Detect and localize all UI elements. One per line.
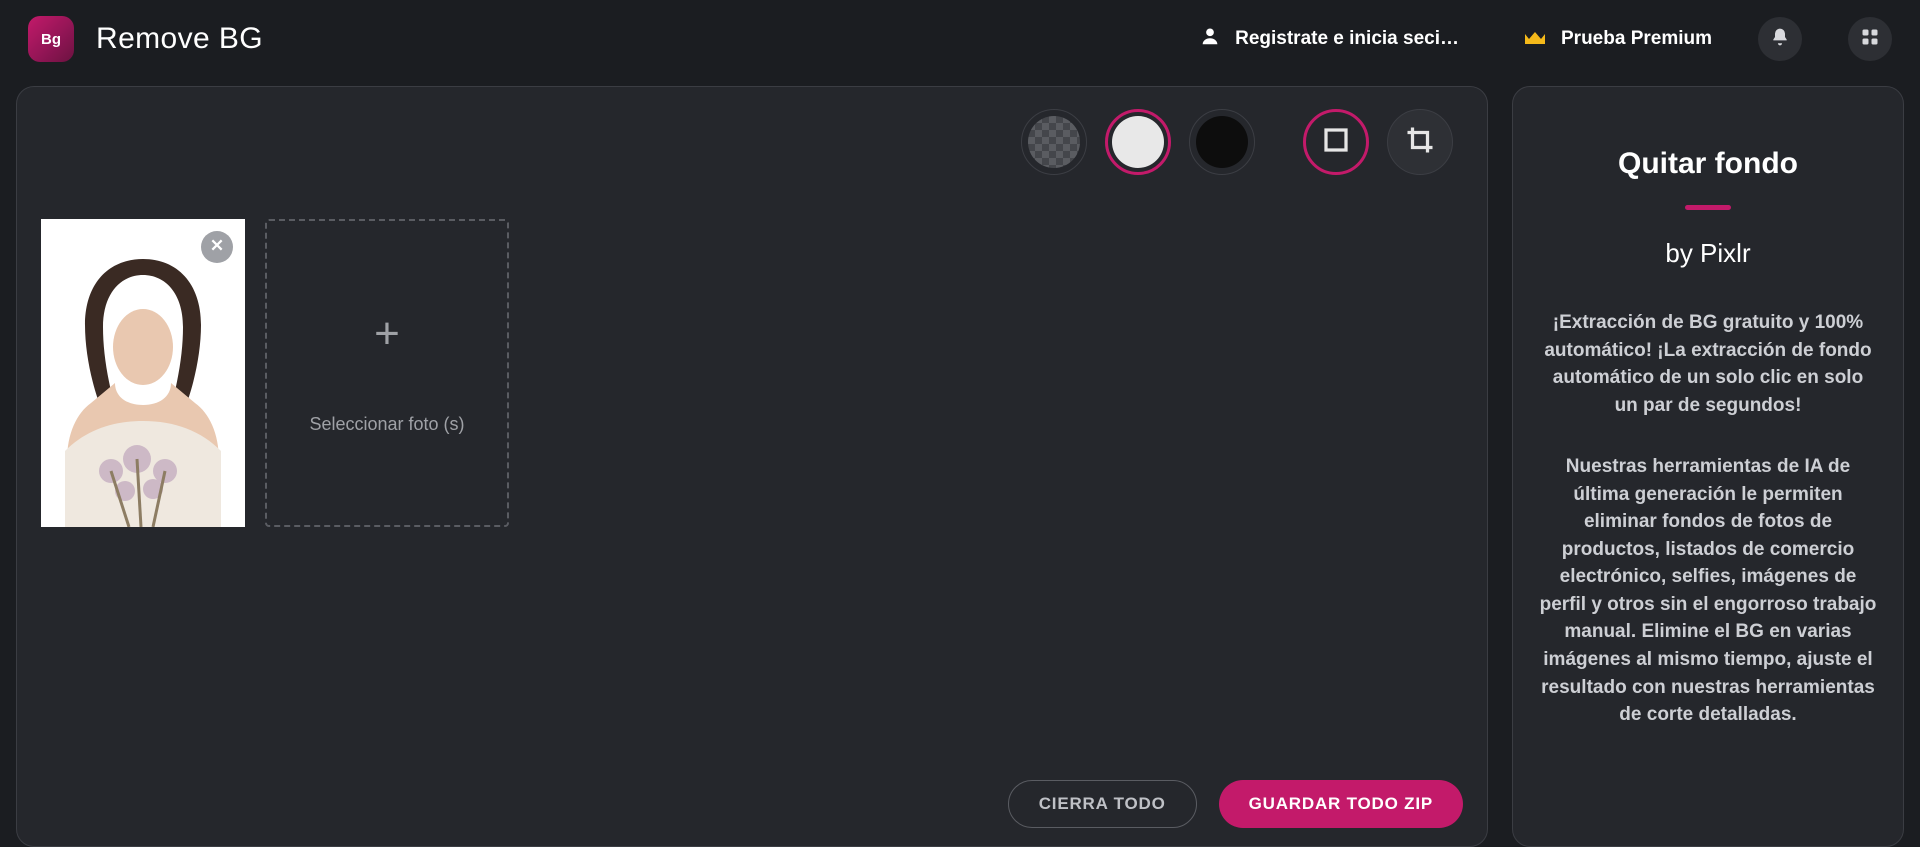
thumbnail-row: + Seleccionar foto (s) [41,219,1463,527]
premium-link[interactable]: Prueba Premium [1523,28,1712,50]
aspect-square-button[interactable] [1303,109,1369,175]
add-photo-label: Seleccionar foto (s) [309,414,464,435]
sidebar-paragraph-1: ¡Extracción de BG gratuito y 100% automá… [1539,309,1877,419]
save-zip-button[interactable]: GUARDAR TODO ZIP [1219,780,1463,828]
add-photo-tile[interactable]: + Seleccionar foto (s) [265,219,509,527]
app-title: Remove BG [96,22,263,56]
user-icon [1199,25,1221,53]
info-sidebar: Quitar fondo by Pixlr ¡Extracción de BG … [1512,86,1904,847]
login-link[interactable]: Registrate e inicia seci… [1199,25,1459,53]
top-bar: Bg Remove BG Registrate e inicia seci… P… [0,0,1920,78]
notifications-button[interactable] [1758,17,1802,61]
grid-icon [1861,28,1879,51]
portrait-preview [41,219,245,527]
close-icon [209,237,225,258]
premium-label: Prueba Premium [1561,28,1712,50]
sidebar-paragraph-2: Nuestras herramientas de IA de última ge… [1539,453,1877,728]
sidebar-divider [1685,205,1731,210]
bg-white-swatch[interactable] [1105,109,1171,175]
canvas-panel: + Seleccionar foto (s) CIERRA TODO GUARD… [16,86,1488,847]
crown-icon [1523,30,1547,48]
sidebar-title: Quitar fondo [1618,147,1798,181]
canvas-actions: CIERRA TODO GUARDAR TODO ZIP [41,756,1463,828]
crop-icon [1405,125,1435,160]
image-thumbnail[interactable] [41,219,245,527]
brand-logo-icon: Bg [28,16,74,62]
square-icon [1321,125,1351,160]
plus-icon: + [374,312,400,356]
content: + Seleccionar foto (s) CIERRA TODO GUARD… [0,78,1920,847]
bg-toolbar [41,109,1463,175]
login-label: Registrate e inicia seci… [1235,28,1459,50]
apps-button[interactable] [1848,17,1892,61]
bell-icon [1770,27,1790,52]
sidebar-subtitle: by Pixlr [1665,238,1750,269]
crop-button[interactable] [1387,109,1453,175]
close-all-button[interactable]: CIERRA TODO [1008,780,1197,828]
brand[interactable]: Bg Remove BG [28,16,263,62]
remove-thumbnail-button[interactable] [201,231,233,263]
bg-black-swatch[interactable] [1189,109,1255,175]
bg-transparent-swatch[interactable] [1021,109,1087,175]
